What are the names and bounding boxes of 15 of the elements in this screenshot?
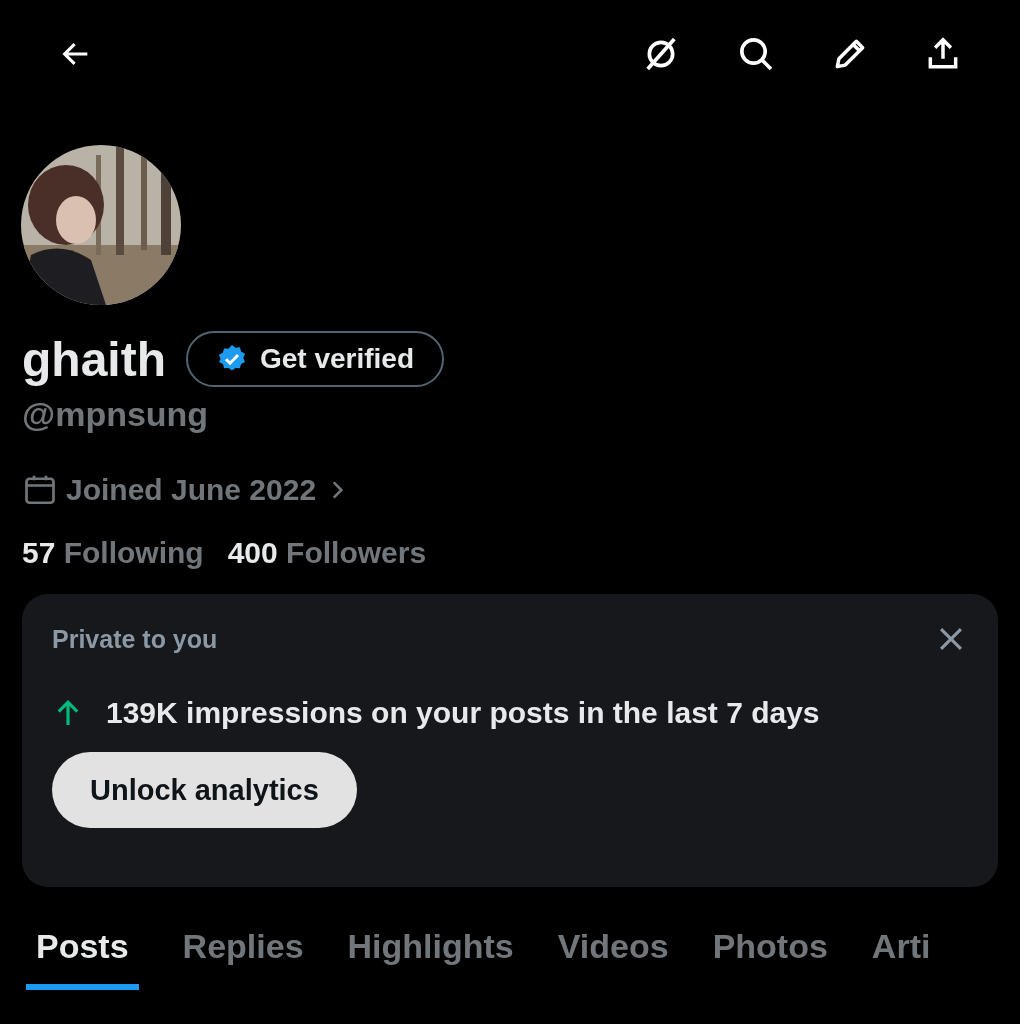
get-verified-button[interactable]: Get verified [186, 331, 445, 387]
tab[interactable]: Posts [26, 927, 139, 990]
profile-name: ghaith [22, 331, 166, 387]
follow-stat[interactable]: 57 Following [22, 536, 204, 570]
tab[interactable]: Highlights [347, 927, 514, 990]
profile-handle: @mpnsung [22, 395, 210, 434]
tab[interactable]: Arti [871, 927, 931, 990]
tab[interactable]: Replies [182, 927, 304, 990]
follow-stat[interactable]: 400 Followers [227, 536, 427, 570]
card-title: Private to you [52, 624, 218, 654]
tab[interactable]: Videos [557, 927, 669, 990]
unlock-analytics-button[interactable]: Unlock analytics [52, 752, 357, 828]
tab[interactable]: Photos [712, 927, 828, 990]
impressions-message: 139K impressions on your posts in the last 7 days [106, 696, 820, 730]
joined-date: Joined June 2022 [66, 473, 317, 507]
